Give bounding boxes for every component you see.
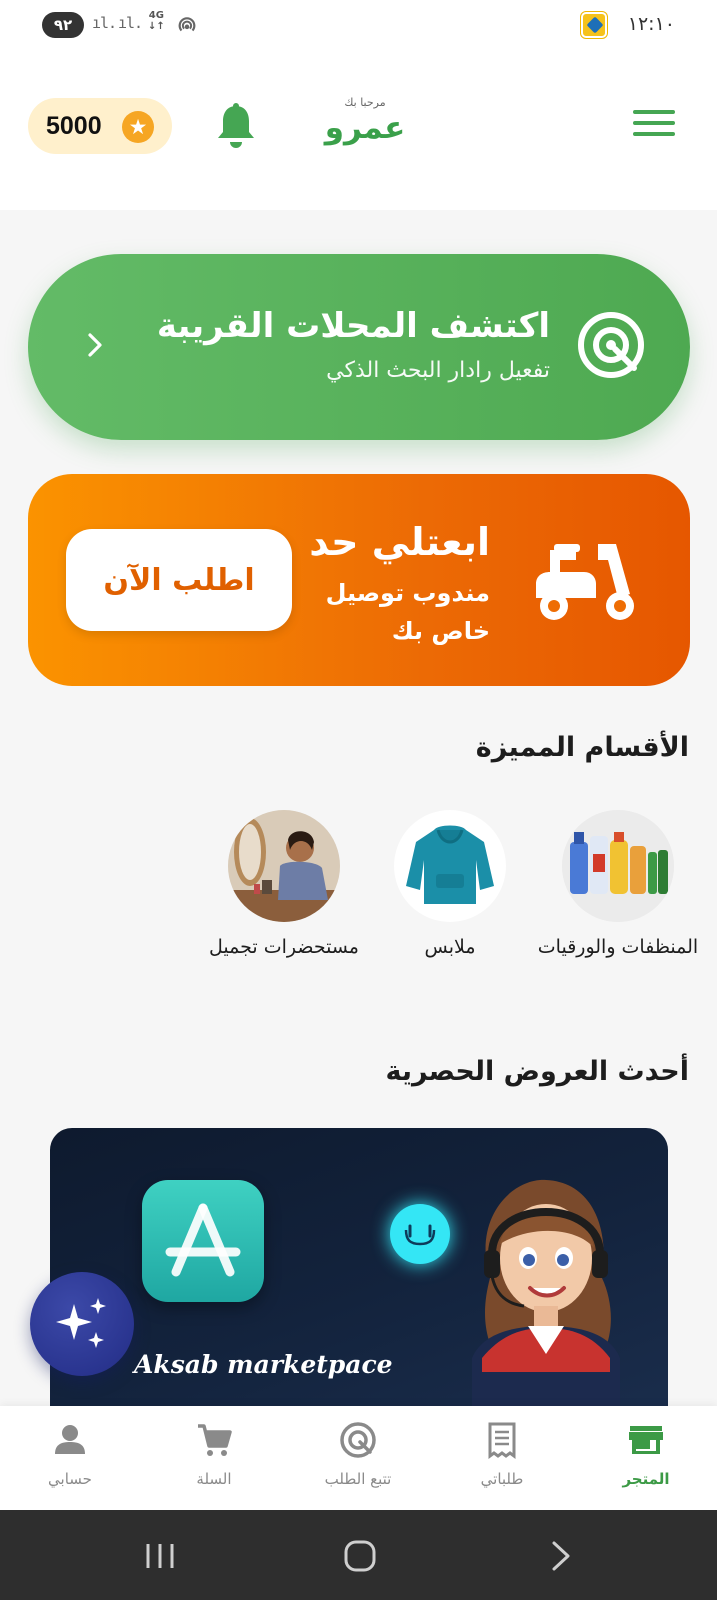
offers-title: أحدث العروض الحصرية (385, 1056, 689, 1087)
store-icon (629, 1426, 663, 1454)
system-navigation-bar (0, 1510, 717, 1600)
points-value: 5000 (46, 111, 102, 140)
status-bar: ٩٢ ıl. ıl. 4G ↓↑ ١٢:١٠ (0, 0, 717, 52)
person-icon (55, 1425, 85, 1454)
featured-categories-title: الأقسام المميزة (475, 732, 689, 763)
ai-assistant-button[interactable] (30, 1272, 134, 1376)
hotspot-icon (178, 17, 196, 32)
star-icon: ★ (122, 111, 154, 143)
app-store-icon (142, 1180, 264, 1302)
makeup-woman-image (228, 810, 340, 922)
menu-icon[interactable] (633, 110, 675, 140)
delivery-banner: ابعتلي حد مندوب توصيل خاص بك اطلب الآن (28, 474, 690, 686)
nav-label: طلباتي (480, 1470, 524, 1488)
network-type: 4G ↓↑ (148, 10, 165, 32)
radar-title: اكتشف المحلات القريبة (156, 306, 550, 346)
home-icon[interactable] (340, 1540, 380, 1572)
battery-indicator: ٩٢ (42, 12, 84, 38)
radar-subtitle: تفعيل رادار البحث الذكي (326, 358, 550, 383)
banner-brand-text: Aksab marketpace (134, 1350, 393, 1379)
nav-label: المتجر (622, 1470, 670, 1488)
nav-label: السلة (196, 1470, 232, 1488)
signal-icon-2: ıl. (118, 14, 143, 32)
back-icon[interactable] (540, 1540, 580, 1572)
category-label: مستحضرات تجميل (209, 936, 359, 958)
nav-account[interactable]: حسابي (10, 1420, 130, 1488)
bot-face-icon (390, 1204, 450, 1264)
radar-icon (578, 312, 644, 378)
greeting-text: مرحبا بك (344, 96, 386, 109)
cart-icon (198, 1424, 232, 1456)
offers-banner[interactable]: Aksab marketpace (50, 1128, 668, 1418)
notification-app-icon (581, 12, 607, 38)
recent-apps-icon[interactable] (140, 1540, 180, 1572)
nav-cart[interactable]: السلة (154, 1420, 274, 1488)
chevron-left-icon (88, 333, 102, 357)
bottom-navigation: المتجر طلباتي تتبع الطلب السلة حسابي (0, 1406, 717, 1510)
category-cosmetics[interactable]: مستحضرات تجميل (184, 810, 384, 958)
sparkle-icon (56, 1298, 106, 1348)
greeting-block: مرحبا بك عمرو (305, 96, 425, 147)
cleaning-products-image (562, 810, 674, 922)
nav-label: تتبع الطلب (324, 1470, 392, 1488)
app-header: 5000 ★ مرحبا بك عمرو (0, 52, 717, 210)
notification-bell-icon[interactable] (214, 102, 258, 150)
signal-icon: ıl. (92, 14, 117, 32)
status-time: ١٢:١٠ (627, 13, 675, 35)
nav-store[interactable]: المتجر (586, 1420, 706, 1488)
delivery-subtitle: مندوب توصيل خاص بك (325, 579, 490, 645)
hoodie-image (394, 810, 506, 922)
order-now-button[interactable]: اطلب الآن (66, 529, 292, 631)
nav-track-order[interactable]: تتبع الطلب (298, 1420, 418, 1488)
scooter-icon (536, 544, 634, 620)
receipt-icon (488, 1422, 516, 1459)
nav-label: حسابي (48, 1470, 92, 1488)
nearby-stores-banner[interactable]: اكتشف المحلات القريبة تفعيل رادار البحث … (28, 254, 690, 440)
support-agent-illustration (472, 1179, 620, 1418)
track-icon (340, 1422, 376, 1458)
delivery-title: ابعتلي حد (309, 520, 490, 564)
points-badge[interactable]: 5000 ★ (28, 98, 172, 154)
nav-my-orders[interactable]: طلباتي (442, 1420, 562, 1488)
user-name: عمرو (324, 110, 406, 146)
